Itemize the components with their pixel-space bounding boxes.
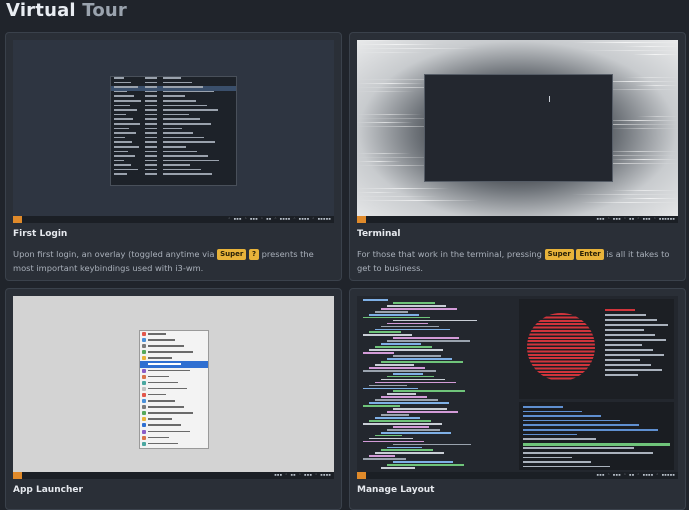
key-question: ? [248, 249, 260, 260]
card-title: Terminal [357, 229, 401, 239]
manage-layout-screenshot[interactable]: ▪▪▪ ◦ ▪▪▪ ◦ ▪▪ ◦ ▪▪▪▪ ◦ ▪▪▪▪▪ [357, 296, 678, 479]
distro-logo [527, 313, 595, 381]
page-title: Virtual Tour [6, 0, 128, 21]
card-manage-layout[interactable]: ▪▪▪ ◦ ▪▪▪ ◦ ▪▪ ◦ ▪▪▪▪ ◦ ▪▪▪▪▪ Manage Lay… [349, 288, 686, 510]
launcher-menu [139, 330, 209, 449]
status-bar: ▪▪▪ ◦ ▪▪ ◦ ▪▪▪ ◦ ▪▪▪▪ [13, 472, 334, 479]
card-title: First Login [13, 229, 68, 239]
terminal-screenshot[interactable]: ▪▪▪ ◦ ▪▪▪ ◦ ▪▪ ◦ ▪▪▪ ◦ ▪▪▪▪▪▪ [357, 40, 678, 223]
card-first-login[interactable]: ◦ ▪▪▪ ◦ ▪▪▪ ◦ ▪▪ ◦ ▪▪▪▪ ◦ ▪▪▪▪ ◦ ▪▪▪▪▪ F… [5, 32, 342, 281]
card-app-launcher[interactable]: ▪▪▪ ◦ ▪▪ ◦ ▪▪▪ ◦ ▪▪▪▪ App Launcher [5, 288, 342, 510]
status-bar: ▪▪▪ ◦ ▪▪▪ ◦ ▪▪ ◦ ▪▪▪▪ ◦ ▪▪▪▪▪ [357, 472, 678, 479]
key-super: Super [544, 249, 574, 260]
card-description: For those that work in the terminal, pre… [357, 249, 670, 273]
card-terminal[interactable]: ▪▪▪ ◦ ▪▪▪ ◦ ▪▪ ◦ ▪▪▪ ◦ ▪▪▪▪▪▪ Terminal F… [349, 32, 686, 281]
card-title: App Launcher [13, 485, 83, 495]
app-launcher-screenshot[interactable]: ▪▪▪ ◦ ▪▪ ◦ ▪▪▪ ◦ ▪▪▪▪ [13, 296, 334, 479]
sysinfo-pane [519, 299, 674, 399]
process-monitor-pane [519, 402, 674, 470]
first-login-screenshot[interactable]: ◦ ▪▪▪ ◦ ▪▪▪ ◦ ▪▪ ◦ ▪▪▪▪ ◦ ▪▪▪▪ ◦ ▪▪▪▪▪ [13, 40, 334, 223]
status-bar: ◦ ▪▪▪ ◦ ▪▪▪ ◦ ▪▪ ◦ ▪▪▪▪ ◦ ▪▪▪▪ ◦ ▪▪▪▪▪ [13, 216, 334, 223]
key-super: Super [217, 249, 247, 260]
card-title: Manage Layout [357, 485, 435, 495]
terminal-window [424, 74, 613, 182]
status-bar: ▪▪▪ ◦ ▪▪▪ ◦ ▪▪ ◦ ▪▪▪ ◦ ▪▪▪▪▪▪ [357, 216, 678, 223]
keybindings-overlay [110, 76, 237, 186]
file-tree-pane [359, 299, 515, 469]
text-cursor-icon [549, 96, 550, 102]
card-description: Upon first login, an overlay (toggled an… [13, 249, 314, 273]
key-enter: Enter [576, 249, 604, 260]
